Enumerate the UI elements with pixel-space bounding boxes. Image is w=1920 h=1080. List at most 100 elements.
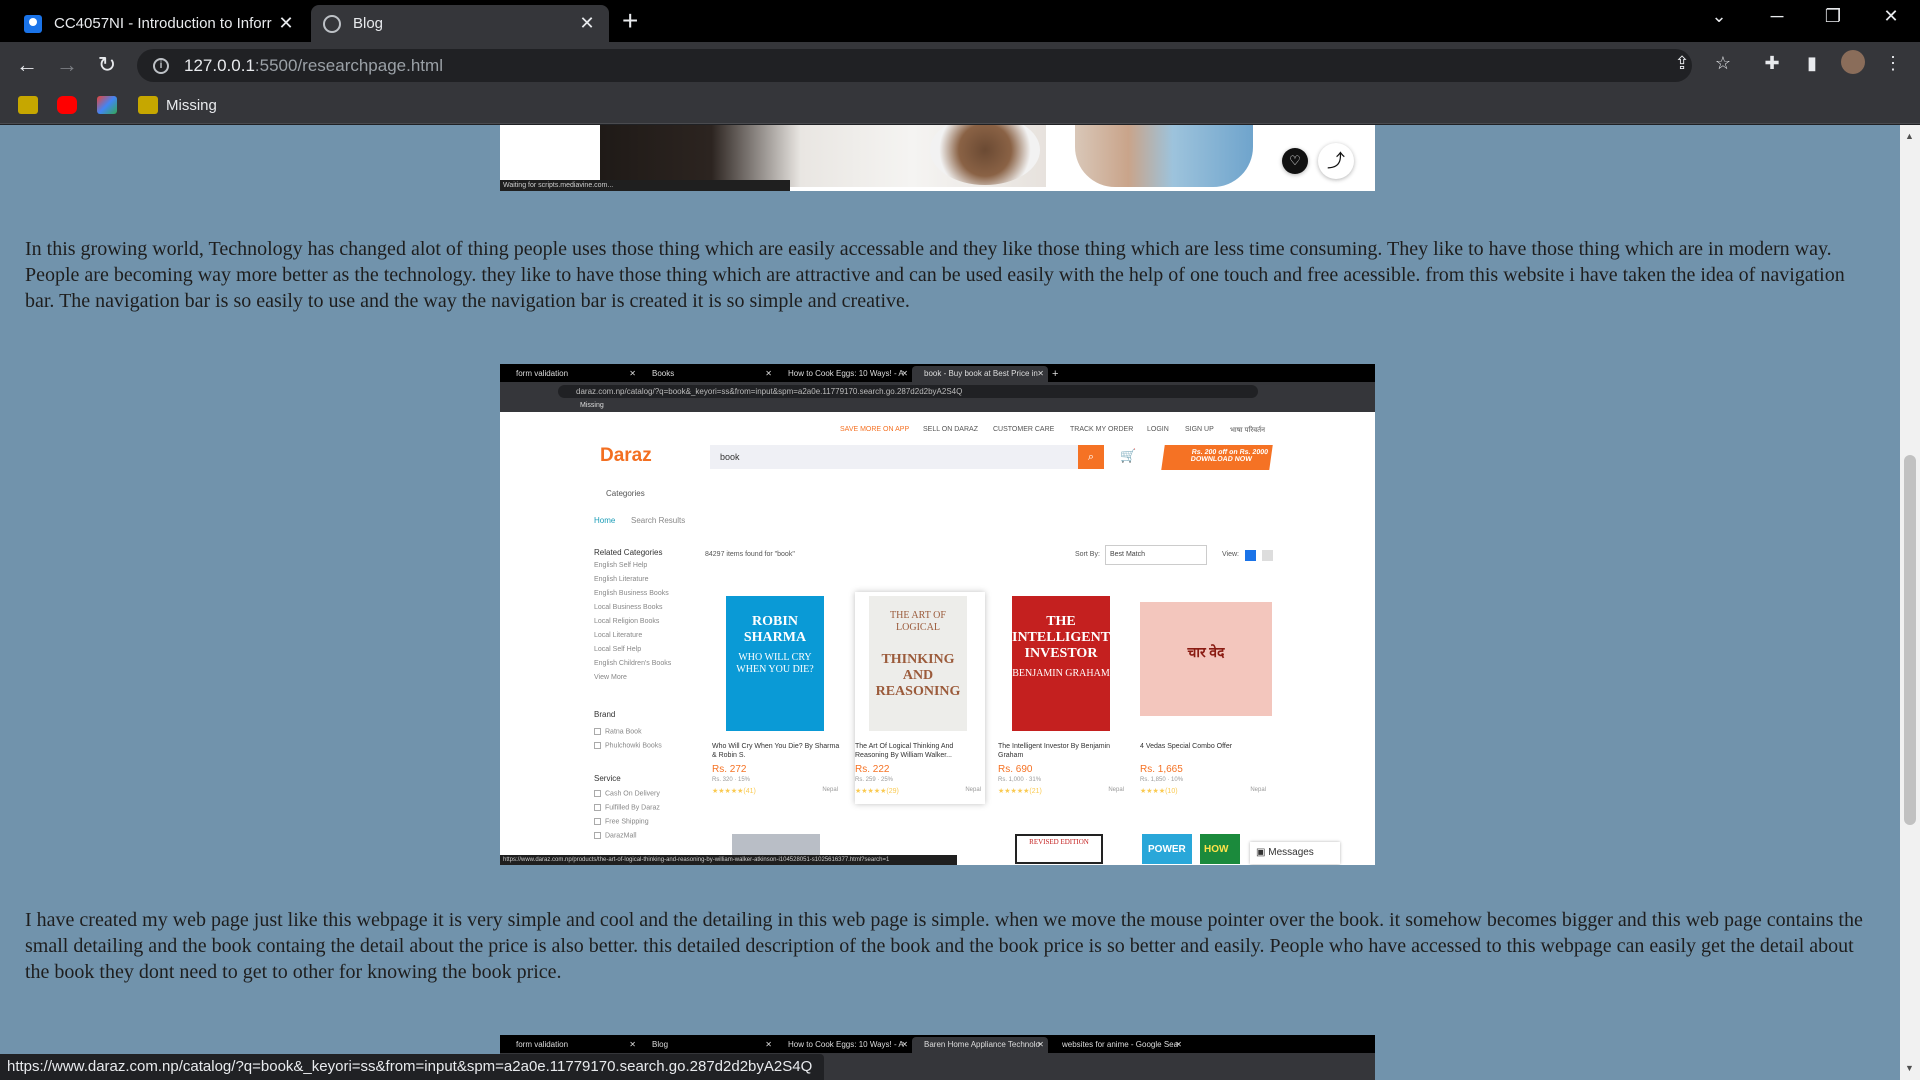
product-name: The Intelligent Investor By Benjamin Gra… (998, 743, 1111, 759)
image-tab: Books ✕ (652, 369, 772, 378)
classroom-bookmark-icon[interactable] (18, 96, 38, 114)
reload-icon[interactable]: ↻ (92, 50, 122, 80)
food-photo (600, 125, 1046, 187)
close-icon[interactable]: ✕ (577, 13, 597, 34)
product-card: चार वेद 4 Vedas Special Combo Offer Rs. … (1140, 592, 1272, 802)
related-category: Local Self Help (594, 646, 642, 653)
product-location: Nepal (1108, 787, 1124, 793)
scrollbar-thumb[interactable] (1904, 455, 1916, 825)
product-rating: ★★★★★(21) (998, 788, 1042, 795)
image-tab: form validation ✕ (516, 369, 636, 378)
image-new-tab-icon: + (1052, 368, 1059, 380)
brand-filter: Ratna Book (594, 728, 642, 735)
image-tab-active: Baren Home Appliance Technolo ✕ (912, 1037, 1048, 1053)
link-status-bubble: https://www.daraz.com.np/catalog/?q=book… (0, 1054, 825, 1080)
scroll-up-icon[interactable]: ▲ (1905, 131, 1914, 141)
related-category: English Self Help (594, 562, 648, 569)
image-tab: How to Cook Eggs: 10 Ways! - A ✕ (788, 369, 908, 378)
bookmarks-bar: Missing (0, 88, 1920, 124)
list-view-icon (1262, 550, 1273, 561)
youtube-icon[interactable] (57, 96, 77, 114)
reference-image-daraz: form validation ✕ Books ✕ How to Cook Eggs… (500, 364, 1375, 865)
forward-icon[interactable]: → (52, 50, 82, 80)
search-icon: ⌕ (1078, 445, 1104, 469)
paragraph-2: I have created my web page just like thi… (25, 909, 1863, 983)
related-category: Local Literature (594, 632, 643, 639)
product-price: Rs. 272 (712, 764, 747, 775)
tab-blog[interactable]: Blog ✕ (311, 5, 609, 42)
extensions-icon[interactable]: ✚ (1759, 53, 1785, 74)
product-price: Rs. 222 (855, 764, 890, 775)
related-category: English Literature (594, 576, 649, 583)
image-status-text: https://www.daraz.com.np/products/the-ar… (500, 855, 957, 865)
sort-label: Sort By: (1075, 551, 1100, 558)
image-status-text: Waiting for scripts.mediavine.com... (500, 180, 790, 191)
share-icon[interactable]: ⇪ (1669, 53, 1695, 74)
info-icon[interactable]: i (153, 57, 169, 74)
book-cover: चार वेद (1140, 602, 1272, 716)
side-panel-icon[interactable]: ▮ (1799, 53, 1825, 74)
page-content: ♡ ⤴ Waiting for scripts.mediavine.com...… (0, 125, 1900, 1080)
address-bar[interactable]: i 127.0.0.1 :5500/researchpage.html (137, 49, 1692, 82)
star-icon[interactable]: ☆ (1710, 53, 1736, 74)
book-cover: THE INTELLIGENT INVESTOR BENJAMIN GRAHAM (1012, 596, 1110, 731)
breadcrumb-home: Home (594, 516, 616, 525)
breadcrumb-current: Search Results (631, 516, 686, 525)
brand-filter: Phulchowki Books (594, 742, 662, 749)
service-title: Service (594, 774, 621, 783)
gmail-icon[interactable] (97, 96, 117, 114)
brand-title: Brand (594, 710, 616, 719)
book-cover: THE ART OF LOGICAL THINKING AND REASONIN… (869, 596, 967, 731)
share-icon: ⤴ (1318, 143, 1354, 179)
chat-icon: ▣ (1256, 847, 1269, 858)
url-path: :5500/researchpage.html (254, 55, 443, 75)
scrollbar[interactable]: ▲ ▼ (1900, 125, 1920, 1080)
book-cover: ROBIN SHARMA WHO WILL CRY WHEN YOU DIE? (726, 596, 824, 731)
image-tab-active: book - Buy book at Best Price in ✕ (912, 366, 1048, 382)
product-discount: Rs. 320 · 15% (712, 777, 751, 783)
paragraph-1: In this growing world, Technology has ch… (25, 238, 1845, 312)
service-filter: Fulfilled By Daraz (594, 804, 660, 811)
product-name: Who Will Cry When You Die? By Sharma & R… (712, 743, 840, 759)
image-tab: How to Cook Eggs: 10 Ways! - A ✕ (788, 1040, 908, 1049)
related-category: Local Religion Books (594, 618, 660, 625)
bookmark-missing[interactable]: Missing (166, 97, 217, 114)
new-tab-button[interactable]: + (622, 7, 638, 35)
image-toolbar: daraz.com.np/catalog/?q=book&_keyori=ss&… (500, 382, 1375, 400)
menu-icon[interactable]: ⋮ (1880, 53, 1906, 74)
window-close-button[interactable]: ✕ (1871, 6, 1911, 27)
related-category: English Business Books (594, 590, 669, 597)
image-tab: websites for anime - Google Sea ✕ (1062, 1040, 1182, 1049)
cart-icon: 🛒 (1120, 448, 1137, 463)
globe-icon (323, 14, 341, 33)
related-categories-title: Related Categories (594, 548, 663, 557)
avatar[interactable] (1840, 50, 1866, 79)
image-tab: Blog ✕ (652, 1040, 772, 1049)
product-discount: Rs. 1,850 · 10% (1140, 777, 1184, 783)
product-location: Nepal (1250, 787, 1266, 793)
tab-search-button[interactable]: ⌄ (1699, 6, 1739, 27)
tab-strip: CC4057NI - Introduction to Inforr ✕ Blog… (0, 0, 1920, 42)
close-icon[interactable]: ✕ (276, 13, 296, 34)
book-cover: REVISED EDITION (1015, 834, 1103, 864)
messages-button: ▣ Messages (1250, 842, 1340, 864)
toolbar: ← → ↻ i 127.0.0.1 :5500/researchpage.htm… (0, 42, 1920, 88)
tab-classroom[interactable]: CC4057NI - Introduction to Inforr ✕ (12, 5, 308, 42)
results-count: 84297 items found for "book" (705, 551, 795, 558)
product-location: Nepal (822, 787, 838, 793)
product-card: THE INTELLIGENT INVESTOR BENJAMIN GRAHAM… (998, 592, 1128, 802)
minimize-button[interactable]: ─ (1757, 6, 1797, 27)
image-tab: form validation ✕ (516, 1040, 636, 1049)
image-address-bar: daraz.com.np/catalog/?q=book&_keyori=ss&… (558, 385, 1258, 398)
product-rating: ★★★★★(41) (712, 788, 756, 795)
back-icon[interactable]: ← (12, 50, 42, 80)
restore-button[interactable]: ❐ (1813, 6, 1853, 27)
categories-dropdown: Categories (606, 489, 645, 498)
view-more-link: View More (594, 674, 627, 681)
book-cover: HOW (1200, 834, 1240, 864)
service-filter: DarazMall (594, 832, 637, 839)
scroll-down-icon[interactable]: ▼ (1905, 1063, 1914, 1073)
product-discount: Rs. 259 · 25% (855, 777, 894, 783)
missing-bookmark-icon[interactable] (138, 96, 158, 114)
classroom-icon (24, 14, 42, 33)
